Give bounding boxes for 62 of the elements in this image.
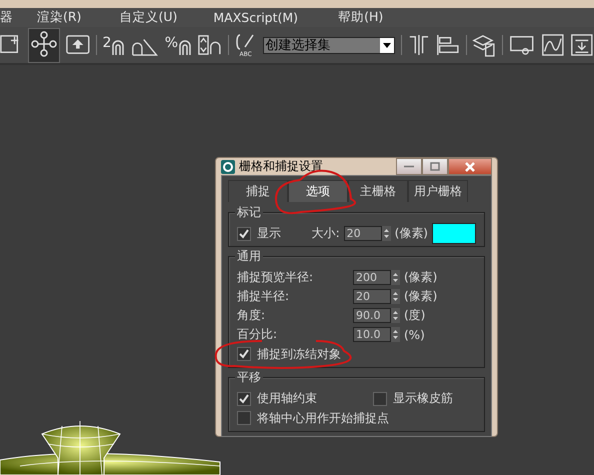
mirror-icon: [408, 32, 430, 58]
unit-label: (像素): [404, 269, 438, 286]
tab[interactable]: 用户栅格: [408, 180, 468, 202]
schematic-icon: [570, 32, 594, 58]
spinner-icon: [391, 270, 400, 285]
color-swatch[interactable]: [432, 223, 476, 244]
checkbox[interactable]: [237, 226, 251, 240]
nodes-icon: [30, 30, 57, 56]
check-icon: [239, 349, 249, 359]
tab[interactable]: 主栅格: [348, 180, 408, 202]
menu-item[interactable]: MAXScript(M): [213, 10, 298, 25]
curve-editor-icon: [540, 32, 564, 58]
spinner-icon: [391, 289, 400, 304]
number-field[interactable]: 20: [344, 226, 382, 241]
field-label: 捕捉预览半径:: [237, 269, 314, 286]
layers-icon: [472, 32, 496, 58]
snap-label: %: [164, 35, 178, 51]
minimize-icon: [404, 165, 414, 168]
checkbox-label: 显示橡皮筋: [393, 390, 453, 407]
spinner-icon: [391, 327, 400, 342]
unit-label: (像素): [404, 288, 438, 305]
minimize-button[interactable]: [396, 158, 422, 175]
tab[interactable]: 捕捉: [228, 180, 288, 202]
checkbox[interactable]: [373, 392, 387, 406]
unit-label: (%): [404, 328, 425, 342]
hierarchy-button[interactable]: [28, 28, 60, 62]
checkbox-label: 捕捉到冻结对象: [257, 346, 341, 362]
close-button[interactable]: [448, 158, 492, 175]
checkbox[interactable]: [237, 347, 251, 361]
maximize-icon: [430, 162, 440, 171]
spinner-icon: [391, 308, 400, 323]
menu-item[interactable]: 渲染(R): [37, 9, 82, 26]
align-icon: [436, 32, 460, 58]
unit-label: (度): [404, 307, 426, 324]
selection-set-dropdown[interactable]: 创建选择集: [262, 36, 396, 54]
upload-icon: [66, 33, 90, 57]
menu-item[interactable]: 帮助(H): [338, 9, 384, 26]
snap-label: 2: [102, 35, 112, 51]
menu-item[interactable]: 器: [0, 9, 13, 26]
check-icon: [239, 394, 249, 404]
group-title: 标记: [235, 204, 263, 221]
maximize-button[interactable]: [422, 158, 448, 175]
checkbox[interactable]: [237, 392, 251, 406]
field-label: 捕捉半径:: [237, 288, 290, 305]
checkbox-label: 使用轴约束: [257, 390, 317, 407]
check-icon: [239, 228, 249, 238]
field-label: 角度:: [237, 307, 266, 324]
menu-item[interactable]: 自定义(U): [119, 9, 178, 26]
app-logo-icon: [221, 160, 235, 174]
number-field[interactable]: 10.0: [353, 327, 391, 342]
checkbox[interactable]: [237, 411, 251, 425]
number-field[interactable]: 200: [353, 270, 391, 285]
unit-label: (像素): [394, 225, 428, 242]
checkbox-label: 显示: [257, 225, 281, 242]
number-field[interactable]: 20: [353, 289, 391, 304]
close-icon: [464, 160, 476, 172]
field-label: 大小:: [312, 225, 340, 242]
tab[interactable]: 选项: [288, 180, 348, 202]
spinner-snap-icon: [198, 33, 222, 57]
field-label: 百分比:: [237, 326, 278, 343]
number-field[interactable]: 90.0: [353, 308, 391, 323]
checkbox-label: 将轴中心用作开始捕捉点: [257, 410, 389, 426]
